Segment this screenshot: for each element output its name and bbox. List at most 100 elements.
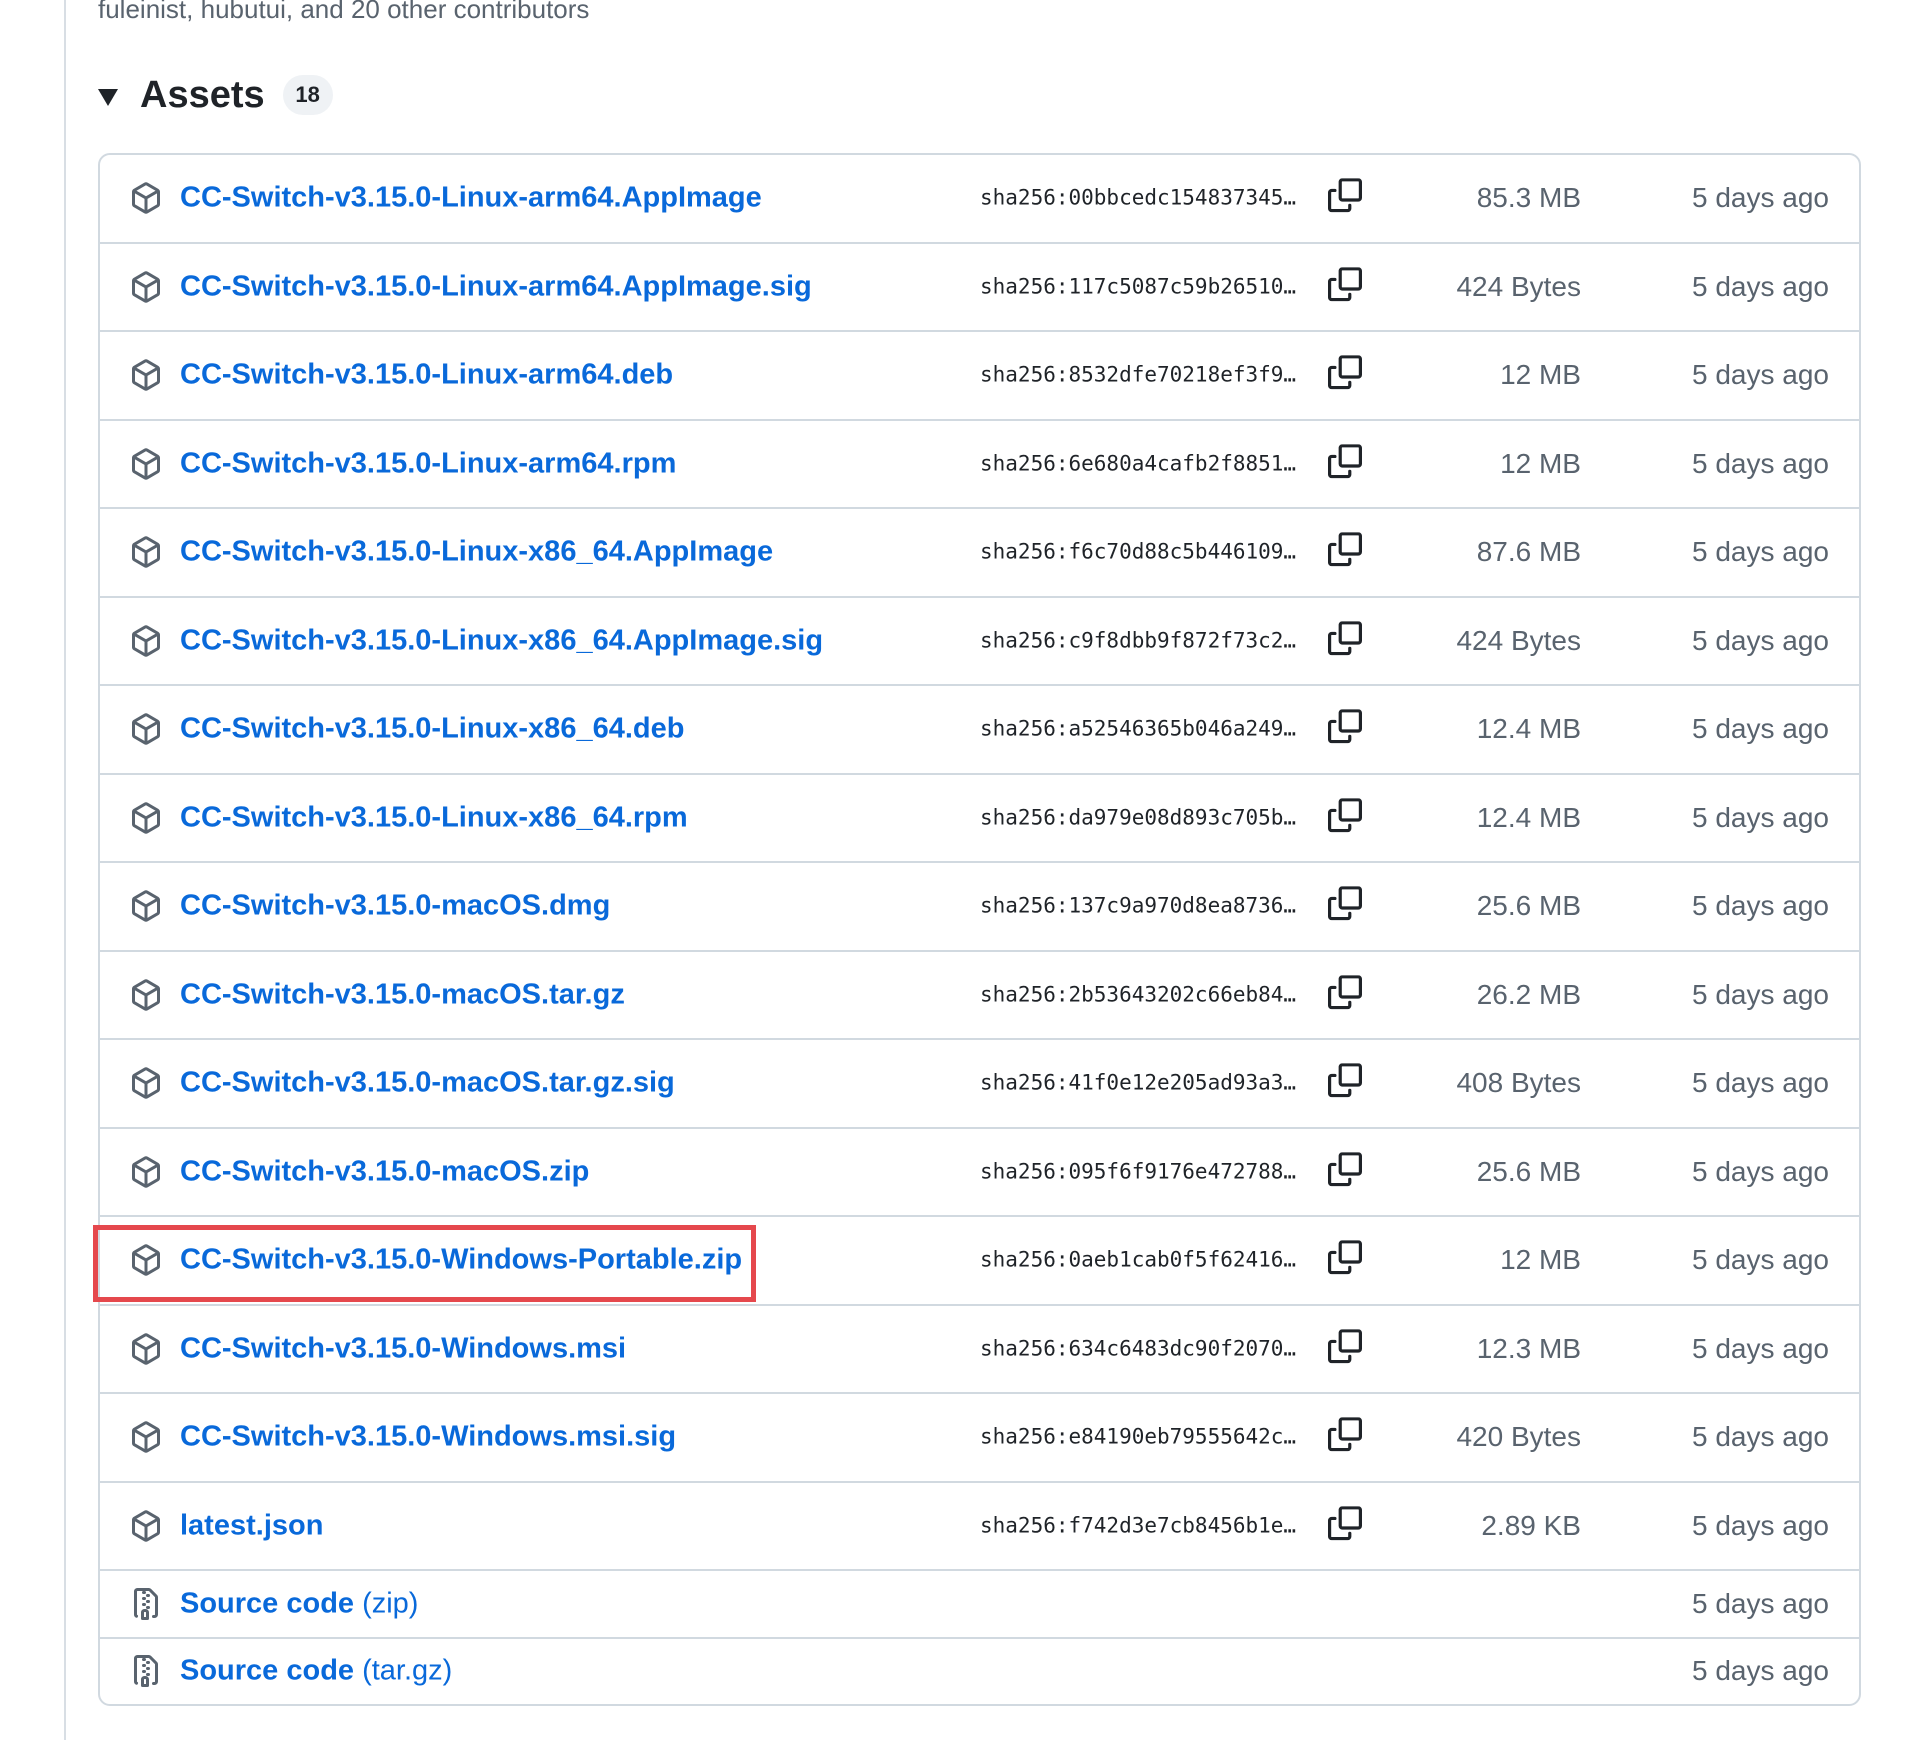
asset-download-link[interactable]: CC-Switch-v3.15.0-macOS.tar.gz <box>180 978 625 1011</box>
asset-size: 12.4 MB <box>1476 713 1581 745</box>
package-icon <box>130 181 162 215</box>
asset-download-link[interactable]: CC-Switch-v3.15.0-Windows-Portable.zip <box>180 1244 742 1277</box>
copy-icon[interactable] <box>1328 797 1366 836</box>
asset-date: 5 days ago <box>1692 182 1829 214</box>
copy-icon[interactable] <box>1328 1417 1366 1455</box>
package-icon <box>130 270 162 304</box>
asset-download-link[interactable]: CC-Switch-v3.15.0-macOS.dmg <box>180 890 610 923</box>
asset-download-link[interactable]: CC-Switch-v3.15.0-Linux-arm64.AppImage.s… <box>180 270 812 303</box>
copy-icon[interactable] <box>1328 620 1366 659</box>
copy-icon[interactable] <box>1328 355 1366 393</box>
asset-date: 5 days ago <box>1692 1067 1829 1099</box>
asset-row: CC-Switch-v3.15.0-macOS.zip sha256:095f6f… <box>100 1126 1859 1216</box>
asset-row: latest.json sha256:f742d3e7cb8456b1e… 2.8… <box>100 1480 1859 1570</box>
copy-icon[interactable] <box>1328 1151 1366 1190</box>
asset-sha256: sha256:f6c70d88c5b446109… <box>980 539 1297 564</box>
assets-count-badge: 18 <box>282 75 333 115</box>
asset-date: 5 days ago <box>1692 447 1829 479</box>
source-code-format: (tar.gz) <box>362 1654 453 1687</box>
asset-date: 5 days ago <box>1692 713 1829 745</box>
asset-row: CC-Switch-v3.15.0-Linux-arm64.rpm sha256:… <box>100 418 1859 508</box>
asset-download-link[interactable]: CC-Switch-v3.15.0-Linux-x86_64.deb <box>180 713 684 746</box>
asset-download-link[interactable]: CC-Switch-v3.15.0-Linux-arm64.AppImage <box>180 182 762 215</box>
asset-size: 424 Bytes <box>1456 624 1581 656</box>
asset-size: 2.89 KB <box>1481 1509 1581 1541</box>
asset-size: 12.4 MB <box>1476 801 1581 833</box>
asset-sha256: sha256:da979e08d893c705b… <box>980 805 1297 830</box>
copy-icon[interactable] <box>1328 886 1366 924</box>
package-icon <box>130 801 162 835</box>
asset-date: 5 days ago <box>1692 536 1829 568</box>
source-code-row: Source code (tar.gz) 5 days ago <box>100 1636 1859 1705</box>
asset-row: CC-Switch-v3.15.0-macOS.dmg sha256:137c9a… <box>100 861 1859 950</box>
asset-row: CC-Switch-v3.15.0-Linux-arm64.AppImage sh… <box>100 155 1859 242</box>
copy-icon[interactable] <box>1328 443 1366 482</box>
asset-date: 5 days ago <box>1692 1155 1829 1187</box>
source-code-link[interactable]: Source code (tar.gz) <box>180 1655 452 1688</box>
copy-icon[interactable] <box>1328 974 1366 1013</box>
source-code-label: Source code <box>180 1654 355 1687</box>
asset-row: CC-Switch-v3.15.0-Linux-x86_64.rpm sha256… <box>100 772 1859 862</box>
copy-icon[interactable] <box>1328 266 1366 305</box>
page-frame-border <box>64 0 66 1740</box>
asset-size: 12 MB <box>1500 447 1581 479</box>
asset-download-link[interactable]: CC-Switch-v3.15.0-Linux-arm64.deb <box>180 359 673 392</box>
package-icon <box>130 447 162 481</box>
asset-date: 5 days ago <box>1692 1509 1829 1541</box>
copy-icon[interactable] <box>1328 1505 1366 1544</box>
asset-size: 12.3 MB <box>1476 1332 1581 1364</box>
source-code-label: Source code <box>180 1587 355 1620</box>
file-zip-icon <box>130 1587 162 1621</box>
copy-icon[interactable] <box>1328 709 1366 747</box>
asset-sha256: sha256:41f0e12e205ad93a3… <box>980 1070 1297 1095</box>
asset-download-link[interactable]: CC-Switch-v3.15.0-Linux-x86_64.AppImage <box>180 536 773 569</box>
asset-download-link[interactable]: latest.json <box>180 1509 323 1542</box>
copy-icon[interactable] <box>1328 532 1366 570</box>
copy-icon[interactable] <box>1328 1240 1366 1278</box>
package-icon <box>130 712 162 746</box>
asset-download-link[interactable]: CC-Switch-v3.15.0-Linux-arm64.rpm <box>180 447 676 480</box>
copy-icon[interactable] <box>1328 178 1366 216</box>
asset-date: 5 days ago <box>1692 978 1829 1010</box>
asset-date: 5 days ago <box>1692 1332 1829 1364</box>
asset-date: 5 days ago <box>1692 890 1829 922</box>
triangle-down-icon[interactable] <box>98 88 118 106</box>
asset-date: 5 days ago <box>1692 270 1829 302</box>
asset-download-link[interactable]: CC-Switch-v3.15.0-Linux-x86_64.AppImage.… <box>180 624 823 657</box>
asset-sha256: sha256:137c9a970d8ea8736… <box>980 893 1297 918</box>
assets-title: Assets <box>140 73 265 116</box>
asset-download-link[interactable]: CC-Switch-v3.15.0-macOS.tar.gz.sig <box>180 1067 675 1100</box>
file-zip-icon <box>130 1654 162 1688</box>
copy-icon[interactable] <box>1328 1063 1366 1101</box>
asset-sha256: sha256:e84190eb79555642c… <box>980 1424 1297 1449</box>
asset-date: 5 days ago <box>1692 359 1829 391</box>
asset-date: 5 days ago <box>1692 1244 1829 1276</box>
asset-row: CC-Switch-v3.15.0-Windows-Portable.zip sh… <box>100 1215 1859 1304</box>
asset-sha256: sha256:2b53643202c66eb84… <box>980 982 1297 1007</box>
asset-size: 26.2 MB <box>1476 978 1581 1010</box>
asset-date: 5 days ago <box>1692 1421 1829 1453</box>
copy-icon[interactable] <box>1328 1328 1366 1367</box>
asset-sha256: sha256:00bbcedc154837345… <box>980 185 1297 210</box>
source-code-format: (zip) <box>362 1587 419 1620</box>
asset-row: CC-Switch-v3.15.0-Linux-arm64.AppImage.s… <box>100 241 1859 331</box>
asset-size: 87.6 MB <box>1476 536 1581 568</box>
asset-download-link[interactable]: CC-Switch-v3.15.0-Windows.msi.sig <box>180 1421 676 1454</box>
asset-size: 25.6 MB <box>1476 890 1581 922</box>
contributors-text: fuleinist, hubutui, and 20 other contrib… <box>98 0 590 24</box>
asset-row: CC-Switch-v3.15.0-macOS.tar.gz sha256:2b5… <box>100 949 1859 1039</box>
assets-list: CC-Switch-v3.15.0-Linux-arm64.AppImage sh… <box>98 153 1861 1706</box>
asset-row: CC-Switch-v3.15.0-Linux-x86_64.AppImage.… <box>100 595 1859 685</box>
asset-download-link[interactable]: CC-Switch-v3.15.0-Windows.msi <box>180 1332 626 1365</box>
asset-date: 5 days ago <box>1692 1655 1829 1687</box>
package-icon <box>130 1243 162 1277</box>
package-icon <box>130 1509 162 1543</box>
asset-sha256: sha256:095f6f9176e472788… <box>980 1159 1297 1184</box>
asset-size: 85.3 MB <box>1476 182 1581 214</box>
asset-sha256: sha256:6e680a4cafb2f8851… <box>980 451 1297 476</box>
asset-download-link[interactable]: CC-Switch-v3.15.0-macOS.zip <box>180 1155 589 1188</box>
assets-header[interactable]: Assets 18 <box>98 70 333 120</box>
source-code-link[interactable]: Source code (zip) <box>180 1587 418 1620</box>
package-icon <box>130 1066 162 1100</box>
asset-download-link[interactable]: CC-Switch-v3.15.0-Linux-x86_64.rpm <box>180 801 688 834</box>
